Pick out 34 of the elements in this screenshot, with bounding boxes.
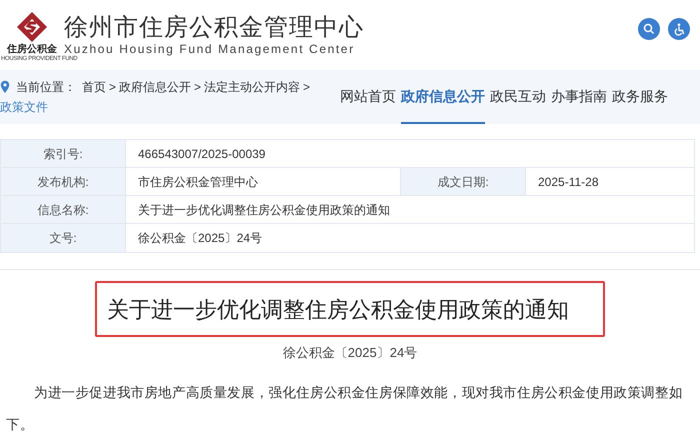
breadcrumb-link[interactable]: 首页	[82, 80, 106, 94]
site-title: 徐州市住房公积金管理中心	[64, 14, 364, 42]
nav-tab[interactable]: 网站首页	[340, 70, 396, 124]
article-title: 关于进一步优化调整住房公积金使用政策的通知	[95, 281, 605, 337]
document-number: 徐公积金〔2025〕24号	[282, 344, 418, 362]
location-pin-icon	[0, 80, 10, 94]
breadcrumb-separator: >	[194, 80, 202, 94]
logo-text: 住房公积金	[7, 44, 57, 56]
nav-tab[interactable]: 政府信息公开	[401, 70, 485, 124]
breadcrumb-separator: >	[303, 80, 310, 94]
nav-tab[interactable]: 办事指南	[551, 70, 607, 124]
info-value: 徐公积金〔2025〕24号	[137, 230, 264, 247]
info-value: 关于进一步优化调整住房公积金使用政策的通知	[137, 202, 391, 218]
breadcrumb-label: 当前位置：	[16, 80, 76, 94]
info-value: 2025-11-28	[537, 174, 600, 190]
site-subtitle: Xuzhou Housing Fund Management Center	[64, 42, 356, 56]
breadcrumb-link[interactable]: 政策文件	[0, 100, 48, 114]
info-label: 索引号:	[1, 140, 126, 167]
breadcrumb-link[interactable]: 法定主动公开内容	[204, 80, 300, 94]
breadcrumb-link[interactable]: 政府信息公开	[119, 80, 192, 94]
info-value: 466543007/2025-00039	[137, 146, 266, 162]
info-label: 发布机构:	[1, 168, 126, 195]
breadcrumb-separator: >	[109, 80, 116, 94]
info-label: 文号:	[1, 224, 126, 252]
info-label: 成文日期:	[401, 168, 526, 195]
search-icon	[643, 23, 655, 35]
accessibility-button[interactable]	[668, 18, 690, 40]
logo-icon	[15, 10, 49, 44]
wheelchair-icon	[672, 22, 686, 36]
article-paragraph: 为进一步促进我市房地产高质量发展，强化住房公积金住房保障效能，现对我市住房公积金使用政策调整如下。	[5, 384, 684, 432]
search-button[interactable]	[638, 18, 660, 40]
nav-tab[interactable]: 政民互动	[490, 70, 546, 124]
info-label: 信息名称:	[1, 196, 126, 223]
nav-tab[interactable]: 政务服务	[612, 70, 668, 124]
